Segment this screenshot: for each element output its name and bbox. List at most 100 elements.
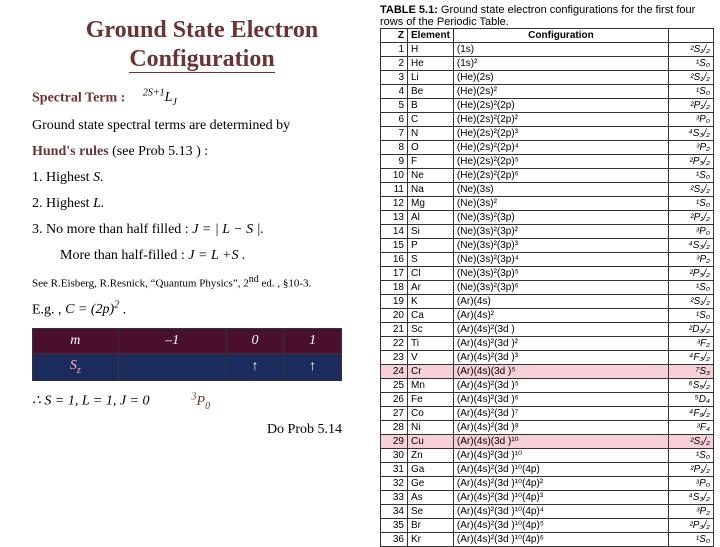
rule-2: 2. Highest L. xyxy=(32,196,372,212)
cell-element: V xyxy=(408,351,454,365)
ref-sup: nd xyxy=(249,274,259,285)
cell-z: 7 xyxy=(381,127,408,141)
table-row: 14Si(Ne)(3s)²(3p)²³P₀ xyxy=(381,225,714,239)
ref-post: ed. , §10-3. xyxy=(259,278,312,290)
caption-pre: TABLE 5.1: xyxy=(380,4,441,16)
cell-config: (Ar)(4s)²(3d )² xyxy=(453,337,668,351)
cell-element: Ni xyxy=(408,421,454,435)
table-row: 16S(Ne)(3s)²(3p)⁴³P₂ xyxy=(381,253,714,267)
cell-config: (Ar)(4s)(3d )¹⁰ xyxy=(453,435,668,449)
cell-term: ¹S₀ xyxy=(669,449,714,463)
cell-config: (He)(2s)²(2p)⁵ xyxy=(453,155,668,169)
cell-element: Ca xyxy=(408,309,454,323)
cell-config: (Ar)(4s)²(3d )¹⁰(4p)² xyxy=(453,477,668,491)
ptbl-head-term xyxy=(669,29,714,43)
spectral-term-line: Spectral Term : 2S+1LJ xyxy=(32,88,372,108)
cell-term: ²D₃/₂ xyxy=(669,323,714,337)
slide-title: Ground State Electron Configuration xyxy=(32,16,372,74)
cell-z: 8 xyxy=(381,141,408,155)
cell-element: B xyxy=(408,99,454,113)
cell-config: (Ar)(4s)²(3d )⁷ xyxy=(453,407,668,421)
cell-element: P xyxy=(408,239,454,253)
cell-element: Zn xyxy=(408,449,454,463)
cell-config: (Ar)(4s)(3d )⁵ xyxy=(453,365,668,379)
cell-element: H xyxy=(408,43,454,57)
etbl-c0 xyxy=(118,354,226,381)
cell-term: ⁴F₉/₂ xyxy=(669,407,714,421)
rule-1-text: 1. Highest xyxy=(32,170,93,185)
cell-term: ⁴S₃/₂ xyxy=(669,491,714,505)
cell-z: 1 xyxy=(381,43,408,57)
table-row: 33As(Ar)(4s)²(3d )¹⁰(4p)³⁴S₃/₂ xyxy=(381,491,714,505)
table-row: 29Cu(Ar)(4s)(3d )¹⁰²S₁/₂ xyxy=(381,435,714,449)
table-row: 19K(Ar)(4s)²S₁/₂ xyxy=(381,295,714,309)
table-row: 18Ar(Ne)(3s)²(3p)⁶¹S₀ xyxy=(381,281,714,295)
cell-z: 25 xyxy=(381,379,408,393)
ref-pre: See R.Eisberg, R.Resnick, “Quantum Physi… xyxy=(32,278,249,290)
table-row: 9F(He)(2s)²(2p)⁵²P₃/₂ xyxy=(381,155,714,169)
example-line: E.g. , C = (2p)2 . xyxy=(32,300,372,319)
cell-z: 33 xyxy=(381,491,408,505)
cell-z: 11 xyxy=(381,183,408,197)
cell-term: ¹S₀ xyxy=(669,85,714,99)
table-row: 17Cl(Ne)(3s)²(3p)⁵²P₃/₂ xyxy=(381,267,714,281)
cell-z: 28 xyxy=(381,421,408,435)
rule-2-var: L. xyxy=(93,196,104,211)
eg-label: E.g. , xyxy=(32,302,65,317)
cell-z: 14 xyxy=(381,225,408,239)
cell-element: F xyxy=(408,155,454,169)
cell-config: (Ar)(4s)²(3d )¹⁰(4p)⁵ xyxy=(453,519,668,533)
cell-config: (Ne)(3s)² xyxy=(453,197,668,211)
example-table: m –1 0 1 Sz ↑ ↑ xyxy=(32,328,342,381)
rule-1: 1. Highest S. xyxy=(32,170,372,186)
cell-z: 5 xyxy=(381,99,408,113)
hunds-rules-ref: (see Prob 5.13 ) : xyxy=(109,144,209,159)
spectral-term-label: Spectral Term : xyxy=(32,90,125,105)
cell-config: (He)(2s)²(2p)² xyxy=(453,113,668,127)
rule-3b: More than half-filled : J = L +S . xyxy=(60,248,372,264)
table-row: 3Li(He)(2s)²S₁/₂ xyxy=(381,71,714,85)
cell-term: ⁴S₃/₂ xyxy=(669,239,714,253)
cell-term: ³F₄ xyxy=(669,421,714,435)
cell-config: (1s) xyxy=(453,43,668,57)
cell-element: Ti xyxy=(408,337,454,351)
table-row: 24Cr(Ar)(4s)(3d )⁵⁷S₃ xyxy=(381,365,714,379)
table-row: 2He(1s)²¹S₀ xyxy=(381,57,714,71)
cell-element: Se xyxy=(408,505,454,519)
cell-element: Fe xyxy=(408,393,454,407)
cell-config: (Ar)(4s)² xyxy=(453,309,668,323)
table-row: 27Co(Ar)(4s)²(3d )⁷⁴F₉/₂ xyxy=(381,407,714,421)
etbl-rowlabel: Sz xyxy=(33,354,119,381)
cell-element: Ar xyxy=(408,281,454,295)
cell-element: Cu xyxy=(408,435,454,449)
gs-line: Ground state spectral terms are determin… xyxy=(32,118,372,134)
cell-z: 26 xyxy=(381,393,408,407)
cell-z: 19 xyxy=(381,295,408,309)
cell-config: (He)(2s) xyxy=(453,71,668,85)
cell-config: (Ne)(3s)²(3p) xyxy=(453,211,668,225)
cell-element: Si xyxy=(408,225,454,239)
cell-z: 12 xyxy=(381,197,408,211)
etbl-h2: 0 xyxy=(226,329,284,354)
cell-term: ²S₁/₂ xyxy=(669,43,714,57)
cell-element: Ne xyxy=(408,169,454,183)
cell-z: 22 xyxy=(381,337,408,351)
etbl-c1: ↑ xyxy=(226,354,284,381)
cell-term: ¹S₀ xyxy=(669,57,714,71)
etbl-h3: 1 xyxy=(284,329,342,354)
table-row: 28Ni(Ar)(4s)²(3d )⁸³F₄ xyxy=(381,421,714,435)
cell-element: Li xyxy=(408,71,454,85)
cell-term: ²P₃/₂ xyxy=(669,155,714,169)
cell-z: 18 xyxy=(381,281,408,295)
cell-config: (He)(2s)² xyxy=(453,85,668,99)
term-3p0: 3P0 xyxy=(192,394,211,409)
cell-element: Ga xyxy=(408,463,454,477)
cell-term: ⁶S₅/₂ xyxy=(669,379,714,393)
cell-z: 13 xyxy=(381,211,408,225)
term3p0-base: P xyxy=(197,394,206,409)
etbl-c2: ↑ xyxy=(284,354,342,381)
cell-z: 4 xyxy=(381,85,408,99)
cell-element: O xyxy=(408,141,454,155)
cell-z: 34 xyxy=(381,505,408,519)
cell-term: ²S₁/₂ xyxy=(669,435,714,449)
